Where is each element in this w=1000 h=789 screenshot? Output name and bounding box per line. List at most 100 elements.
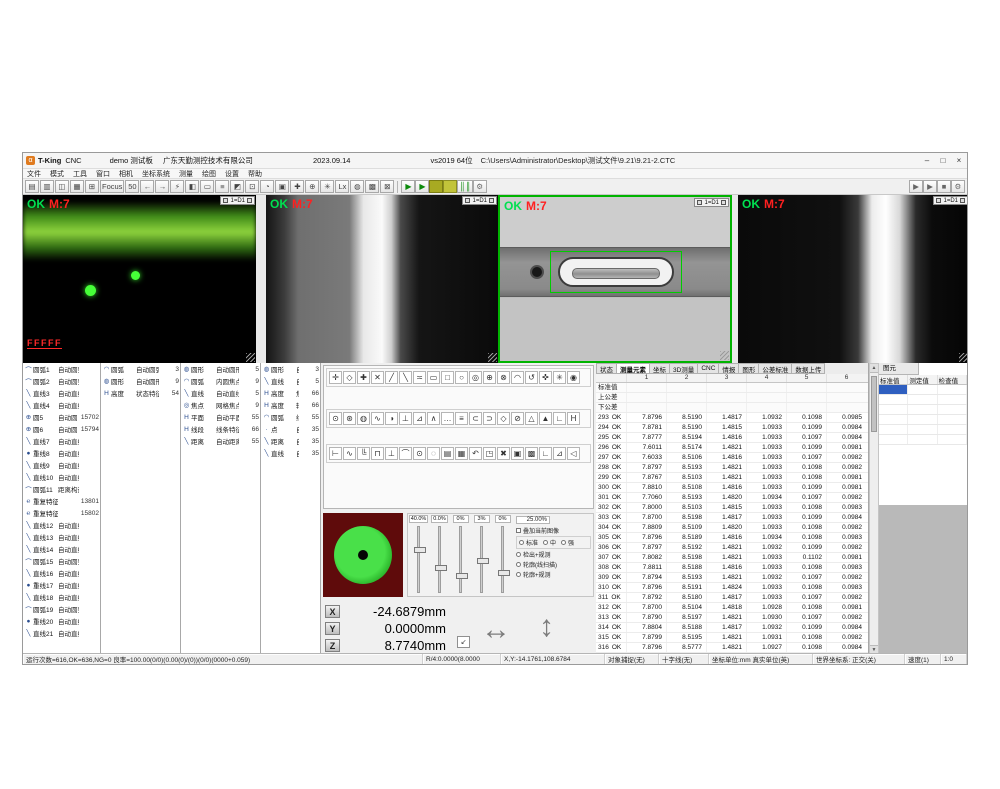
tool-button[interactable]: △ [525,412,538,425]
table-row[interactable]: 303 OK 7.8700 8.5198 1.4817 1.0933 0.109… [596,513,868,523]
element-list-item[interactable]: ● 重线20 自动直线 [23,615,100,627]
table-row[interactable]: 298 OK 7.8797 8.5193 1.4821 1.0933 0.109… [596,463,868,473]
element-list-item[interactable]: · 点 自动点 35 [261,423,320,435]
tool-button[interactable]: ↶ [469,447,482,460]
camera-view-3-selected[interactable]: OK M:7 1=D1 [498,195,732,363]
element-list-item[interactable]: ⌒ 圆弧1 自动圆弧 [23,363,100,375]
tool-button[interactable]: ⊛ [343,412,356,425]
toolbar-button[interactable]: Focus [100,180,124,193]
tool-button[interactable]: ╚ [357,447,370,460]
table-row[interactable]: 296 OK 7.6011 8.5174 1.4821 1.0933 0.109… [596,443,868,453]
camera3-corner-control[interactable]: 1=D1 [694,198,729,207]
element-info-row[interactable] [879,395,967,405]
table-row[interactable]: 314 OK 7.8804 8.5188 1.4817 1.0932 0.109… [596,623,868,633]
element-list-item[interactable]: ╲ 直线14 自动直线 [23,543,100,555]
element-list-item[interactable]: ● 重线17 自动直线 [23,579,100,591]
menu-item[interactable]: 绘图 [202,169,216,179]
tool-button[interactable]: ✖ [497,447,510,460]
tool-button[interactable]: ╲ [399,371,412,384]
light-slider[interactable]: 3% [471,514,492,596]
tool-button[interactable]: H [567,412,580,425]
resize-grip[interactable] [959,353,968,362]
element-list-item[interactable]: ╲ 直线18 自动直线 [23,591,100,603]
element-list-item[interactable]: ⌒ 圆弧19 自动圆弧 [23,603,100,615]
tool-button[interactable]: ∿ [343,447,356,460]
results-tab[interactable]: CNC [697,363,719,374]
results-tab[interactable]: 状态 [596,363,617,374]
element-list-item[interactable]: ℮ 重复特征 13801 [23,495,100,507]
scan-radio[interactable]: 轮廓+规测 [516,570,591,579]
table-row[interactable]: 295 OK 7.8777 8.5194 1.4816 1.0933 0.109… [596,433,868,443]
element-list-item[interactable]: ⌒ 圆弧2 自动圆弧 [23,375,100,387]
tool-button[interactable]: ⊥ [385,447,398,460]
tool-button[interactable]: ◌ [427,447,440,460]
camera-view-1[interactable]: OK M:7 1=D1 FFFFF [23,195,256,363]
scan-radio[interactable]: 轮廓(线扫描) [516,560,591,569]
element-list-item[interactable]: ⌒ 圆弧11 距离构造 [23,483,100,495]
element-list-item[interactable]: ╲ 直线 自动直线 35 [261,447,320,459]
element-list-item[interactable]: H 高度 状态特征 54 [101,387,180,399]
zoom-value[interactable]: 25.00% [516,516,550,524]
element-list-item[interactable]: ⊕ 圆6 自动圆 15794 [23,423,100,435]
element-list-item[interactable]: ╲ 直线9 自动直线 [23,459,100,471]
element-list-item[interactable]: ⌒ 圆弧15 自动圆弧 [23,555,100,567]
toolbar-button[interactable]: Lx [335,180,349,193]
table-row[interactable]: 300 OK 7.8810 8.5108 1.4816 1.0933 0.109… [596,483,868,493]
table-scrollbar[interactable]: ▲ ▼ [869,363,879,655]
tolerance-row[interactable]: 上公差 [596,393,868,403]
element-list-item[interactable]: ╲ 直线13 自动直线 [23,531,100,543]
element-list-item[interactable]: ╲ 直线16 自动直线 [23,567,100,579]
table-row[interactable]: 307 OK 7.8082 8.5198 1.4821 1.0933 0.110… [596,553,868,563]
element-list-item[interactable]: ╲ 直线4 自动直线 [23,399,100,411]
tool-button[interactable]: ⊢ [329,447,342,460]
restore-button[interactable]: □ [935,155,951,167]
mode-radio[interactable]: 标准 [519,538,538,547]
overlay-checkbox[interactable]: 叠加当前图像 [516,526,591,535]
tool-button[interactable]: ✚ [357,371,370,384]
resize-grip[interactable] [246,353,255,362]
jog-corner-button[interactable]: ↙ [457,636,470,648]
toolbar-button[interactable]: ⊡ [245,180,259,193]
menu-item[interactable]: 模式 [50,169,64,179]
toolbar-button[interactable]: 50 [125,180,139,193]
element-info-row[interactable] [879,405,967,415]
table-row[interactable]: 304 OK 7.8809 8.5109 1.4820 1.0933 0.109… [596,523,868,533]
playback-settings-button[interactable]: ⚙ [951,180,965,193]
results-tab[interactable]: 数据上传 [791,363,825,374]
tool-button[interactable]: ⊙ [329,412,342,425]
pause-button[interactable]: ║║ [457,180,472,193]
table-row[interactable]: 310 OK 7.8796 8.5191 1.4824 1.0933 0.109… [596,583,868,593]
tool-button[interactable]: ◇ [343,371,356,384]
element-list-item[interactable]: ◠ 圆弧 线性特征 55 [261,411,320,423]
tool-button[interactable]: ✛ [329,371,342,384]
toolbar-button[interactable]: ◔ [260,180,274,193]
element-list-item[interactable]: ╲ 距离 自动距离 55 [181,435,260,447]
menu-item[interactable]: 窗口 [96,169,110,179]
element-info-selected-row[interactable] [879,385,967,395]
menu-item[interactable]: 相机 [119,169,133,179]
run-continuous-button[interactable]: ▶ [415,180,429,193]
element-list-item[interactable]: ╲ 直线12 自动直线 [23,519,100,531]
element-list-item[interactable]: ╲ 直线 自动直线 5 [181,387,260,399]
element-list-item[interactable]: ℮ 重复特征 15802 [23,507,100,519]
scroll-up-icon[interactable]: ▲ [870,364,878,373]
tool-button[interactable]: ╱ [385,371,398,384]
table-row[interactable]: 301 OK 7.7060 8.5193 1.4820 1.0934 0.109… [596,493,868,503]
tool-button[interactable]: ⊂ [469,412,482,425]
tool-button[interactable]: ✳ [553,371,566,384]
tool-button[interactable]: ◍ [357,412,370,425]
element-list-item[interactable]: ╲ 直线 自动直线 5 [261,375,320,387]
tool-button[interactable]: ○ [455,371,468,384]
settings-button[interactable]: ⚙ [473,180,487,193]
tool-button[interactable]: ◉ [567,371,580,384]
toolbar-button[interactable]: ⊕ [305,180,319,193]
toolbar-button[interactable]: ◫ [55,180,69,193]
results-tab[interactable]: 测量元素 [616,363,650,374]
toolbar-button[interactable]: ◩ [230,180,244,193]
tool-button[interactable]: ⊓ [371,447,384,460]
tool-button[interactable]: ∧ [427,412,440,425]
mode-radio[interactable]: 强 [561,538,574,547]
x-axis-button[interactable]: X [325,605,340,618]
table-row[interactable]: 299 OK 7.8767 8.5103 1.4821 1.0933 0.109… [596,473,868,483]
tool-button[interactable]: ⌒ [399,447,412,460]
